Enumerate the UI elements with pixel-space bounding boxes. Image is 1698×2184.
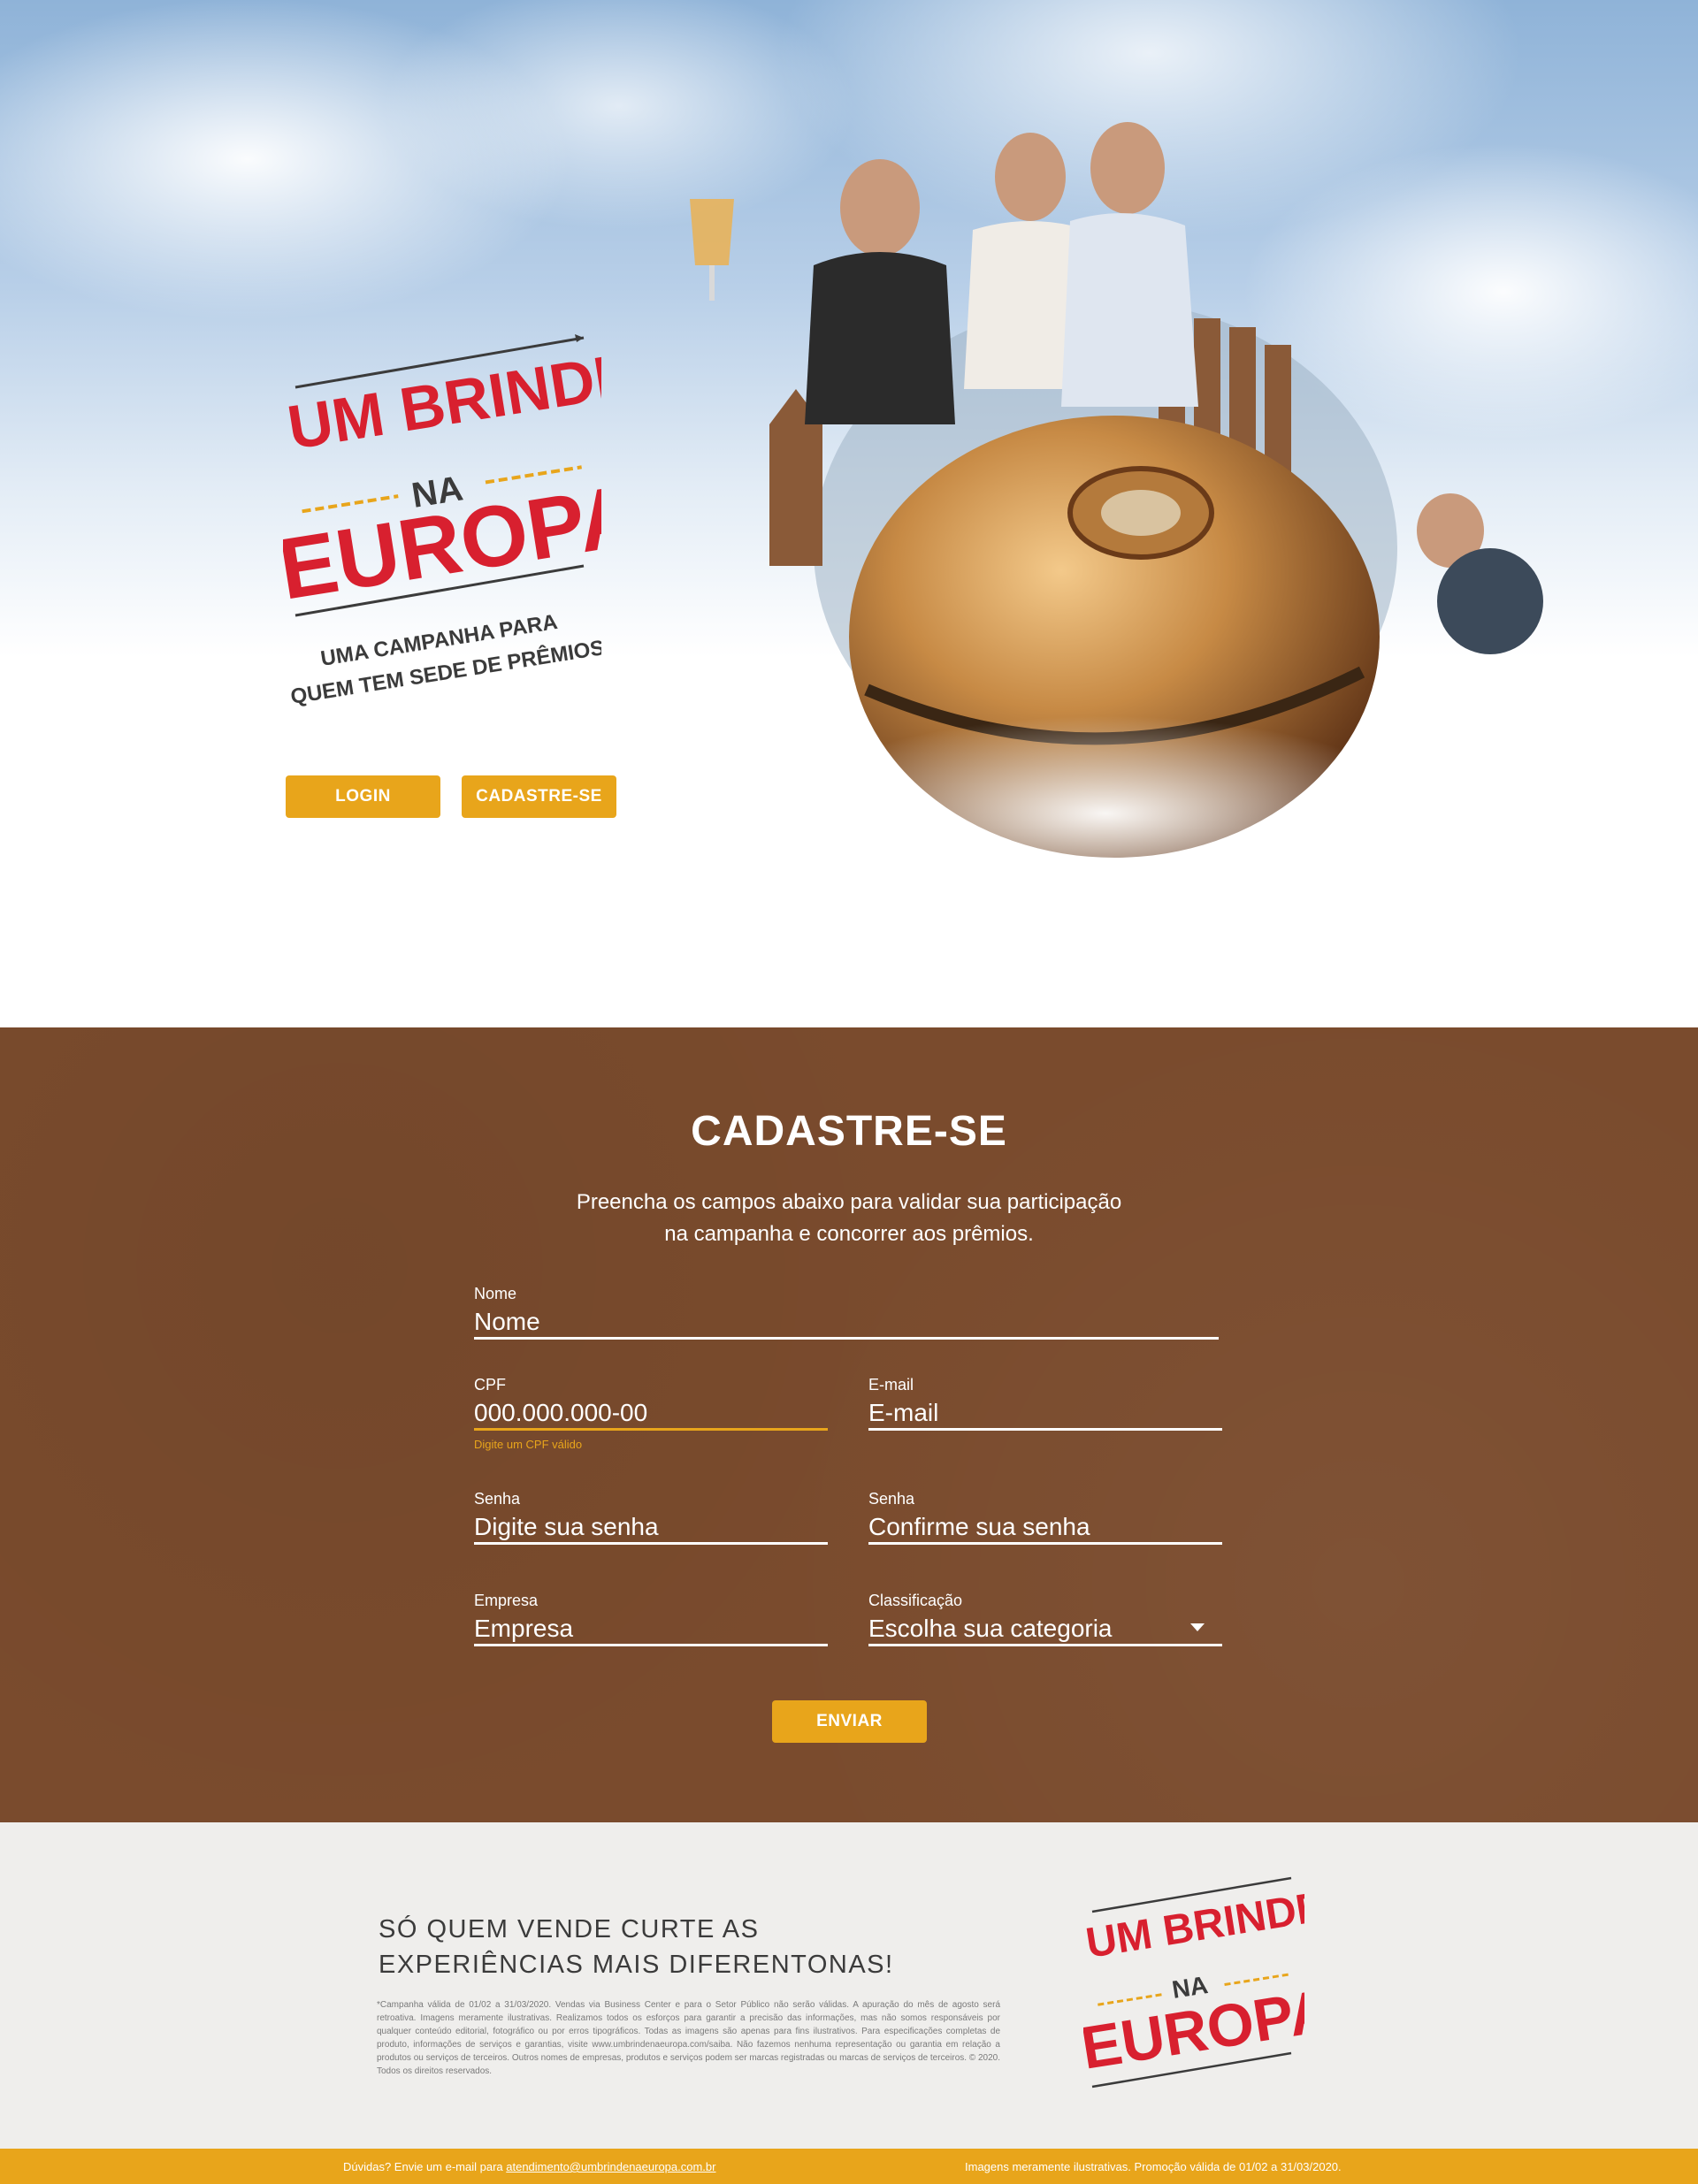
classificacao-label: Classificação (868, 1592, 963, 1609)
chevron-down-icon[interactable] (1190, 1623, 1205, 1631)
slogan-line-2: EXPERIÊNCIAS MAIS DIFERENTONAS! (379, 1951, 894, 1979)
footer-slogan: SÓ QUEM VENDE CURTE AS EXPERIÊNCIAS MAIS… (379, 1912, 998, 1982)
footer-logo: UM BRINDE NA EUROPA (1083, 1876, 1304, 2089)
empresa-field[interactable]: Empresa Empresa (474, 1592, 828, 1646)
cpf-label: CPF (474, 1376, 506, 1394)
form-subtitle-line-1: Preencha os campos abaixo para validar s… (576, 1190, 1122, 1214)
empresa-label: Empresa (474, 1592, 539, 1609)
mist (787, 716, 1424, 902)
form-title: CADASTRE-SE (691, 1108, 1007, 1155)
cpf-field[interactable]: CPF 000.000.000-00 Digite um CPF válido (474, 1376, 828, 1451)
contact-email-link[interactable]: atendimento@umbrindenaeuropa.com.br (506, 2160, 715, 2173)
confirm-senha-label: Senha (868, 1490, 915, 1508)
classificacao-select[interactable]: Classificação Escolha sua categoria (868, 1592, 1222, 1646)
classificacao-value[interactable]: Escolha sua categoria (868, 1611, 1222, 1646)
campaign-logo: UM BRINDE NA EUROPA UMA CAMPANHA PARA QU… (283, 334, 601, 709)
hero-illustration (690, 122, 1543, 902)
nome-label: Nome (474, 1285, 517, 1302)
bottom-bar: Dúvidas? Envie um e-mail para atendiment… (0, 2149, 1698, 2184)
login-button[interactable]: LOGIN (286, 775, 440, 818)
senha-field[interactable]: Senha Digite sua senha (474, 1490, 828, 1545)
contact-text: Dúvidas? Envie um e-mail para atendiment… (343, 2160, 715, 2173)
cpf-input[interactable]: 000.000.000-00 (474, 1395, 828, 1431)
senha-label: Senha (474, 1490, 521, 1508)
slogan-line-1: SÓ QUEM VENDE CURTE AS (379, 1915, 760, 1943)
beer-glass (690, 199, 734, 301)
logo-line-1: UM BRINDE (283, 340, 601, 462)
promo-notice: Imagens meramente ilustrativas. Promoção… (965, 2160, 1342, 2173)
email-label: E-mail (868, 1376, 914, 1394)
email-field[interactable]: E-mail E-mail (868, 1376, 1222, 1431)
nome-field[interactable]: Nome Nome (474, 1285, 1219, 1340)
email-input[interactable]: E-mail (868, 1395, 1222, 1431)
form-subtitle: Preencha os campos abaixo para validar s… (495, 1187, 1203, 1250)
senha-input[interactable]: Digite sua senha (474, 1509, 828, 1545)
cpf-error-message: Digite um CPF válido (474, 1438, 583, 1451)
confirm-senha-input[interactable]: Confirme sua senha (868, 1509, 1222, 1545)
contact-prefix: Dúvidas? Envie um e-mail para (343, 2160, 507, 2173)
submit-button[interactable]: ENVIAR (772, 1700, 927, 1743)
empresa-input[interactable]: Empresa (474, 1611, 828, 1646)
footer-logo-line-1: UM BRINDE (1083, 1883, 1304, 1967)
signup-button[interactable]: CADASTRE-SE (462, 775, 616, 818)
legal-disclaimer: *Campanha válida de 01/02 a 31/03/2020. … (377, 2000, 1000, 2076)
nome-input[interactable]: Nome (474, 1304, 1219, 1340)
confirm-senha-field[interactable]: Senha Confirme sua senha (868, 1490, 1222, 1545)
form-subtitle-line-2: na campanha e concorrer aos prêmios. (664, 1222, 1034, 1246)
footer (0, 1822, 1698, 2149)
